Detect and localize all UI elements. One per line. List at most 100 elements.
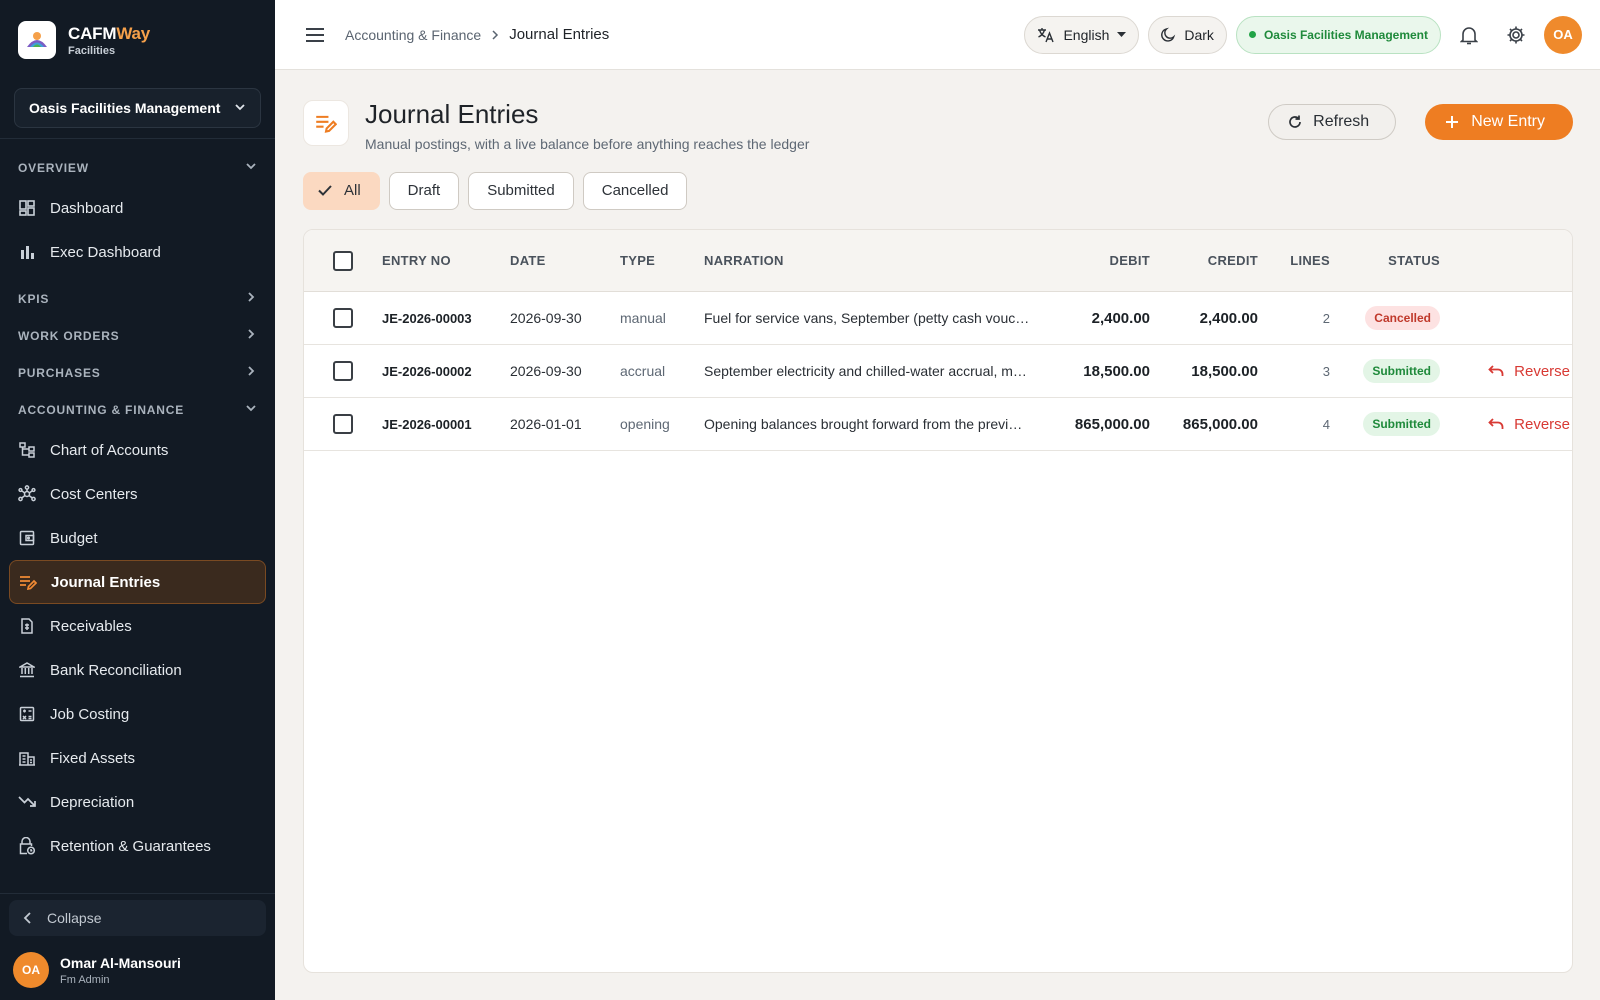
bell-icon[interactable]: [1450, 16, 1488, 54]
row-checkbox[interactable]: [333, 361, 353, 381]
reverse-button[interactable]: Reverse: [1488, 416, 1570, 433]
table-header: ENTRY NO DATE TYPE NARRATION DEBIT CREDI…: [304, 230, 1572, 292]
brand-name: CAFMWay: [68, 23, 151, 43]
sidebar-item-journal-entries[interactable]: Journal Entries: [9, 560, 266, 604]
select-all-checkbox[interactable]: [333, 250, 353, 271]
refresh-button[interactable]: Refresh: [1268, 104, 1397, 140]
sidebar-item-label: Bank Reconciliation: [50, 661, 182, 679]
date-cell: 2026-09-30: [510, 363, 582, 379]
entry-no-cell[interactable]: JE-2026-00001: [382, 417, 510, 432]
sidebar-item-label: Receivables: [50, 617, 132, 635]
credit-cell: 18,500.00: [1191, 362, 1258, 380]
chevron-right-icon: [245, 365, 257, 380]
column-header-status[interactable]: STATUS: [1330, 253, 1440, 268]
avatar[interactable]: OA: [1544, 15, 1582, 54]
status-badge: Cancelled: [1365, 306, 1440, 330]
brand[interactable]: CAFMWay Facilities: [0, 0, 275, 80]
lines-cell: 4: [1322, 416, 1330, 432]
sidebar-item-job-costing[interactable]: Job Costing: [9, 692, 266, 736]
edit-note-icon: [19, 573, 37, 591]
organization-select[interactable]: Oasis Facilities Management: [14, 88, 261, 128]
column-header-narration[interactable]: NARRATION: [704, 253, 1040, 268]
sidebar-item-receivables[interactable]: Receivables: [9, 604, 266, 648]
filter-chip-draft[interactable]: Draft: [388, 171, 460, 210]
receipt-icon: [18, 617, 36, 635]
column-header-type[interactable]: TYPE: [620, 253, 704, 268]
organization-select-value: Oasis Facilities Management: [29, 100, 221, 116]
credit-cell: 2,400.00: [1199, 309, 1258, 327]
section-work-orders[interactable]: WORK ORDERS: [0, 317, 275, 354]
table-row[interactable]: JE-2026-00002 2026-09-30 accrual Septemb…: [304, 345, 1572, 398]
theme-toggle[interactable]: Dark: [1148, 15, 1227, 54]
section-accounting[interactable]: ACCOUNTING & FINANCE: [0, 391, 275, 428]
sidebar-item-label: Retention & Guarantees: [50, 837, 211, 855]
sidebar-item-cost-centers[interactable]: Cost Centers: [9, 472, 266, 516]
status-badge: Submitted: [1363, 359, 1440, 383]
sidebar-item-bank-reconciliation[interactable]: Bank Reconciliation: [9, 648, 266, 692]
sidebar-item-dashboard[interactable]: Dashboard: [9, 186, 266, 230]
page-subtitle: Manual postings, with a live balance bef…: [365, 135, 810, 152]
sidebar-item-label: Budget: [50, 529, 98, 547]
chevron-down-icon: [234, 100, 246, 116]
row-checkbox[interactable]: [333, 308, 353, 328]
section-label: ACCOUNTING & FINANCE: [18, 402, 184, 417]
sidebar-item-depreciation[interactable]: Depreciation: [9, 780, 266, 824]
date-cell: 2026-09-30: [510, 310, 582, 326]
gear-icon[interactable]: [1497, 16, 1535, 54]
table-row[interactable]: JE-2026-00003 2026-09-30 manual Fuel for…: [304, 292, 1572, 345]
row-checkbox[interactable]: [333, 414, 353, 434]
date-cell: 2026-01-01: [510, 416, 582, 432]
check-icon: [318, 185, 332, 197]
building-icon: [18, 749, 36, 767]
column-header-lines[interactable]: LINES: [1258, 253, 1330, 268]
debit-cell: 2,400.00: [1091, 309, 1150, 327]
breadcrumb-parent[interactable]: Accounting & Finance: [345, 27, 481, 43]
filter-chip-label: Cancelled: [601, 182, 669, 200]
entry-no-cell[interactable]: JE-2026-00002: [382, 364, 510, 379]
sidebar-item-fixed-assets[interactable]: Fixed Assets: [9, 736, 266, 780]
moon-icon: [1161, 27, 1176, 42]
menu-icon[interactable]: [303, 23, 327, 47]
new-entry-button[interactable]: New Entry: [1425, 104, 1573, 140]
sidebar: CAFMWay Facilities Oasis Facilities Mana…: [0, 0, 275, 1000]
bank-icon: [18, 661, 36, 679]
sidebar-item-label: Depreciation: [50, 793, 135, 811]
section-label: KPIS: [18, 291, 50, 306]
status-badge: Submitted: [1363, 412, 1440, 436]
sidebar-item-exec-dashboard[interactable]: Exec Dashboard: [9, 230, 266, 274]
sidebar-item-retention[interactable]: Retention & Guarantees: [9, 824, 266, 868]
reverse-label: Reverse: [1514, 362, 1570, 380]
narration-cell: Fuel for service vans, September (petty …: [704, 310, 1040, 326]
filter-chip-submitted[interactable]: Submitted: [468, 171, 574, 210]
column-header-credit[interactable]: CREDIT: [1150, 253, 1258, 268]
plus-icon: [1445, 115, 1459, 129]
translate-icon: [1037, 27, 1055, 43]
collapse-sidebar-button[interactable]: Collapse: [9, 900, 266, 936]
debit-cell: 865,000.00: [1074, 415, 1150, 433]
reverse-button[interactable]: Reverse: [1488, 363, 1570, 380]
entry-no-cell[interactable]: JE-2026-00003: [382, 311, 510, 326]
section-purchases[interactable]: PURCHASES: [0, 354, 275, 391]
narration-cell: Opening balances brought forward from th…: [704, 416, 1040, 432]
user-profile[interactable]: OA Omar Al-Mansouri Fm Admin: [0, 942, 275, 1000]
column-header-entry-no[interactable]: ENTRY NO: [382, 253, 510, 268]
table-row[interactable]: JE-2026-00001 2026-01-01 opening Opening…: [304, 398, 1572, 451]
section-overview[interactable]: OVERVIEW: [0, 149, 275, 186]
language-select[interactable]: English: [1024, 15, 1140, 54]
lines-cell: 3: [1322, 363, 1330, 379]
column-header-debit[interactable]: DEBIT: [1040, 253, 1150, 268]
column-header-date[interactable]: DATE: [510, 253, 620, 268]
filter-chip-cancelled[interactable]: Cancelled: [582, 171, 688, 210]
sidebar-item-budget[interactable]: Budget: [9, 516, 266, 560]
account-tree-icon: [18, 441, 36, 459]
edit-note-icon: [303, 100, 349, 146]
org-status-pill[interactable]: Oasis Facilities Management: [1235, 15, 1441, 54]
chevron-right-icon: [491, 27, 499, 43]
lock-clock-icon: [18, 837, 36, 855]
section-kpis[interactable]: KPIS: [0, 280, 275, 317]
sidebar-item-chart-of-accounts[interactable]: Chart of Accounts: [9, 428, 266, 472]
breadcrumb: Accounting & Finance Journal Entries: [345, 26, 609, 43]
filter-chip-label: All: [344, 182, 361, 200]
dashboard-icon: [18, 199, 36, 217]
filter-chip-all[interactable]: All: [303, 171, 380, 210]
